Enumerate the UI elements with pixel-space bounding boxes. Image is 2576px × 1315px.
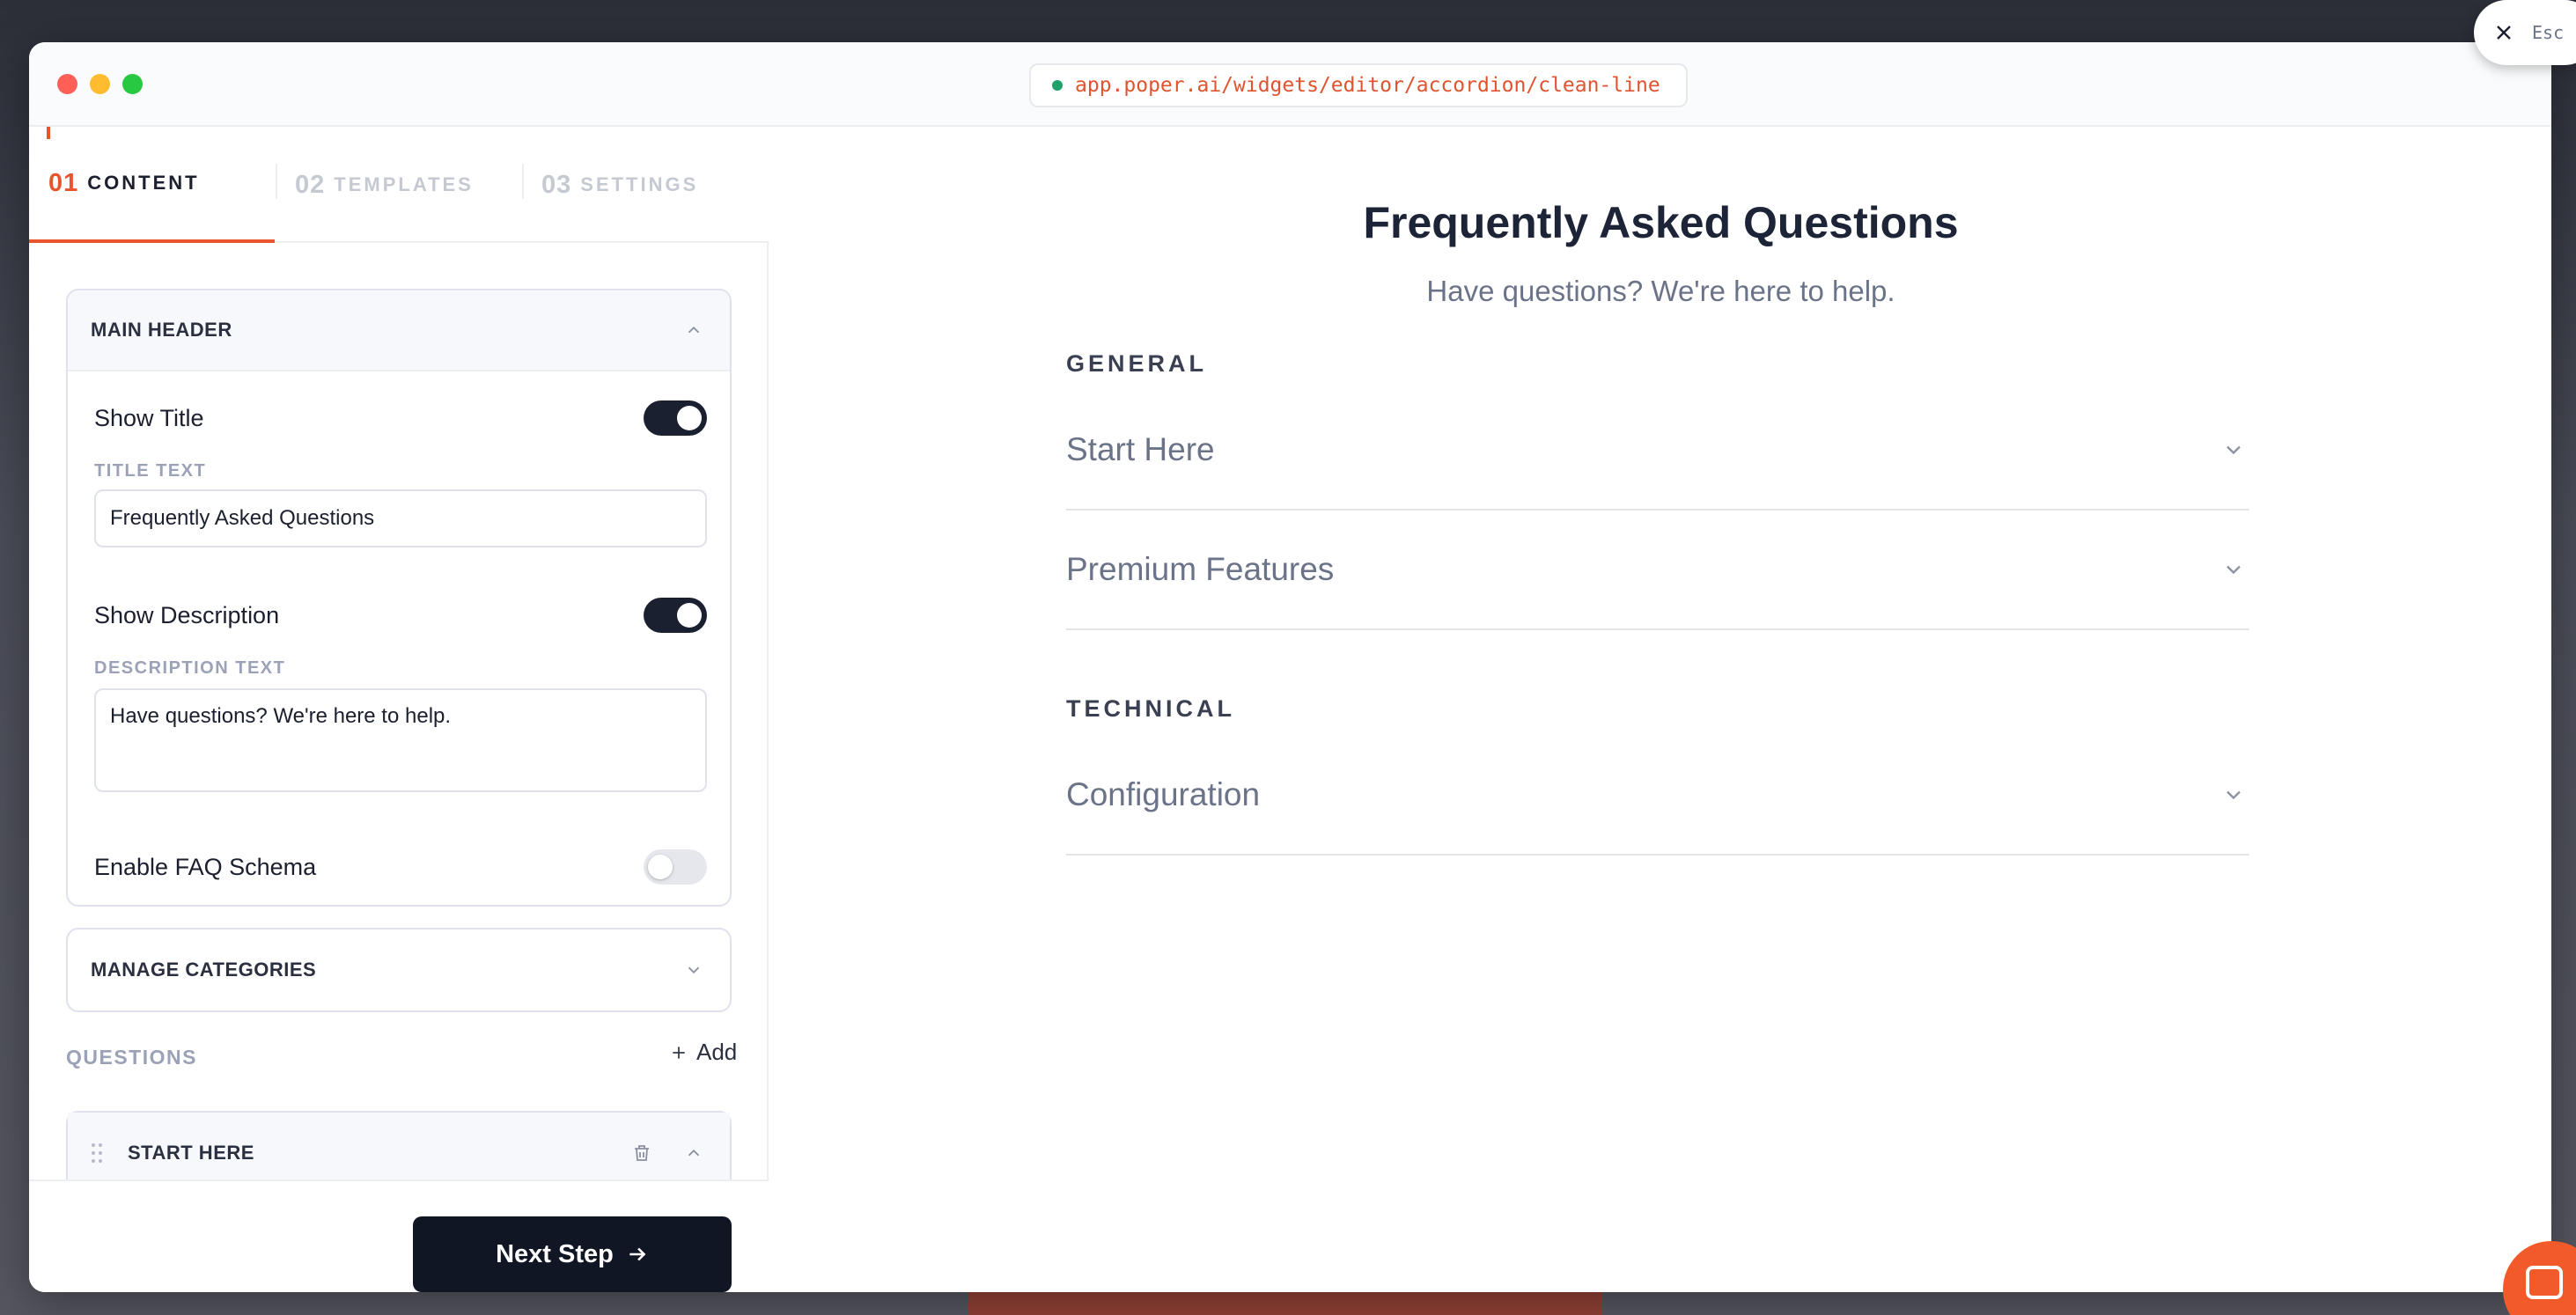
faq-schema-label: Enable FAQ Schema	[94, 853, 317, 880]
tab-content[interactable]: 01 CONTENT	[29, 127, 275, 243]
trash-icon[interactable]	[631, 1142, 652, 1164]
main-header-card: MAIN HEADER Show Title TITLE TEXT Freque…	[66, 289, 732, 907]
tab-label: SETTINGS	[580, 173, 699, 195]
preview-category: TECHNICAL	[1066, 695, 1235, 722]
tab-number: 01	[48, 168, 79, 197]
content-form[interactable]: MAIN HEADER Show Title TITLE TEXT Freque…	[29, 245, 769, 1179]
minimize-window-button[interactable]	[90, 74, 110, 94]
add-label: Add	[696, 1039, 738, 1065]
show-title-toggle[interactable]	[644, 400, 707, 436]
show-title-label: Show Title	[94, 404, 204, 431]
next-step-button[interactable]: Next Step	[413, 1216, 732, 1292]
manage-categories-header[interactable]: MANAGE CATEGORIES	[68, 929, 730, 1010]
main-header-toggle[interactable]: MAIN HEADER	[68, 290, 730, 371]
chevron-down-icon	[2226, 565, 2241, 575]
faq-item[interactable]: Configuration	[1066, 736, 2249, 856]
chevron-up-icon[interactable]	[684, 1143, 703, 1163]
chevron-down-icon	[688, 966, 700, 974]
close-window-button[interactable]	[57, 74, 77, 94]
question-title: START HERE	[128, 1142, 254, 1164]
close-overlay-button[interactable]: Esc	[2474, 0, 2576, 65]
widget-preview: Frequently Asked Questions Have question…	[770, 127, 2551, 1292]
question-header[interactable]: START HERE	[68, 1113, 730, 1179]
close-icon	[2497, 26, 2511, 40]
window-titlebar: app.poper.ai/widgets/editor/accordion/cl…	[29, 42, 2551, 127]
show-description-toggle[interactable]	[644, 598, 707, 633]
faq-item[interactable]: Premium Features	[1066, 511, 2249, 630]
tab-label: TEMPLATES	[334, 173, 474, 195]
tab-number: 02	[295, 170, 326, 199]
preview-title: Frequently Asked Questions	[1363, 198, 1959, 247]
maximize-window-button[interactable]	[122, 74, 143, 94]
preview-description: Have questions? We're here to help.	[1426, 275, 1895, 307]
faq-schema-row: Enable FAQ Schema	[94, 845, 707, 889]
tab-settings[interactable]: 03 SETTINGS	[522, 127, 768, 243]
drag-handle-icon[interactable]	[91, 1142, 103, 1164]
editor-sidebar: 01 CONTENT 02 TEMPLATES 03 SETTINGS MAIN…	[29, 127, 769, 1292]
faq-schema-toggle[interactable]	[644, 849, 707, 885]
plus-icon	[673, 1046, 685, 1059]
chevron-down-icon	[2226, 790, 2241, 800]
faq-question: Premium Features	[1066, 551, 1335, 587]
faq-item[interactable]: Start Here	[1066, 391, 2249, 511]
step-tabs: 01 CONTENT 02 TEMPLATES 03 SETTINGS	[29, 127, 769, 243]
section-title: MAIN HEADER	[91, 319, 232, 341]
description-text-label: DESCRIPTION TEXT	[94, 658, 286, 678]
description-text-textarea[interactable]: Have questions? We're here to help.	[94, 688, 707, 792]
faq-question: Start Here	[1066, 431, 1215, 467]
add-question-button[interactable]: Add	[670, 1039, 737, 1066]
show-title-row: Show Title	[94, 396, 707, 440]
sidebar-footer: Next Step	[29, 1179, 769, 1292]
esc-hint: Esc	[2532, 22, 2565, 43]
chevron-down-icon	[2226, 445, 2241, 455]
tab-label: CONTENT	[87, 172, 200, 194]
show-description-label: Show Description	[94, 601, 280, 628]
secure-dot-icon	[1052, 80, 1063, 91]
next-step-label: Next Step	[496, 1239, 614, 1268]
preview-category: GENERAL	[1066, 350, 1208, 377]
manage-categories-card[interactable]: MANAGE CATEGORIES	[66, 928, 732, 1012]
tab-templates[interactable]: 02 TEMPLATES	[276, 127, 521, 243]
chevron-up-icon	[688, 326, 700, 334]
url-bar[interactable]: app.poper.ai/widgets/editor/accordion/cl…	[1029, 63, 1688, 107]
title-text-label: TITLE TEXT	[94, 461, 207, 481]
editor-window: app.poper.ai/widgets/editor/accordion/cl…	[29, 42, 2551, 1292]
description-text-value: Have questions? We're here to help.	[110, 704, 452, 728]
title-text-value: Frequently Asked Questions	[110, 506, 375, 530]
chat-icon	[2526, 1266, 2563, 1299]
faq-question: Configuration	[1066, 776, 1261, 812]
questions-label: QUESTIONS	[66, 1046, 197, 1069]
arrow-right-icon	[629, 1247, 646, 1261]
question-card: START HERE	[66, 1111, 732, 1179]
title-text-input[interactable]: Frequently Asked Questions	[94, 489, 707, 547]
show-description-row: Show Description	[94, 593, 707, 637]
url-text: app.poper.ai/widgets/editor/accordion/cl…	[1075, 74, 1660, 97]
section-title: MANAGE CATEGORIES	[91, 959, 317, 981]
tab-number: 03	[541, 170, 572, 199]
